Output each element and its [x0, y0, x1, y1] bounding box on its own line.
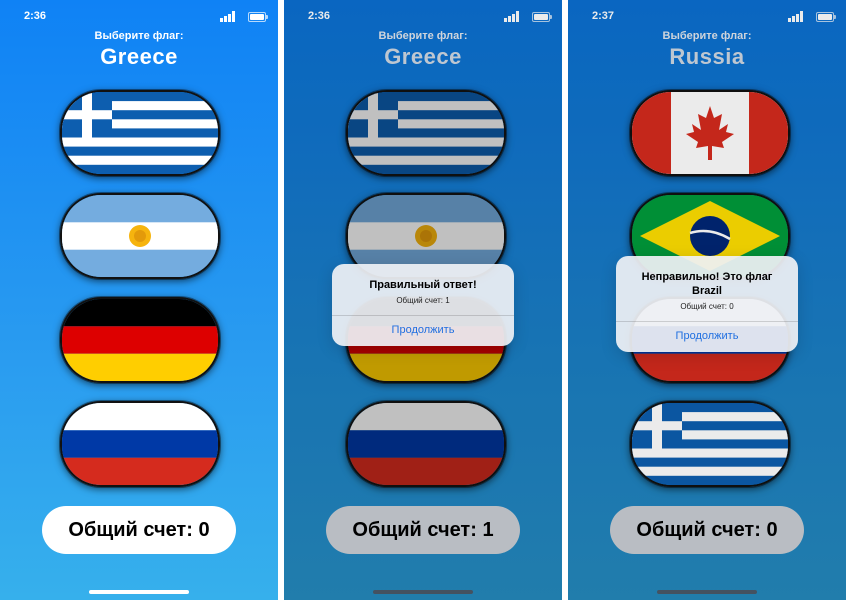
flag-button-greece[interactable]	[60, 90, 220, 176]
alert-title: Неправильно! Это флаг Brazil	[641, 271, 773, 297]
germany-flag-icon	[62, 299, 218, 381]
flag-button-argentina[interactable]	[60, 193, 220, 279]
cellular-signal-icon	[220, 11, 235, 22]
flag-button-germany[interactable]	[60, 297, 220, 383]
battery-icon	[248, 12, 268, 22]
score-display: Общий счет: 0	[42, 506, 236, 554]
status-time: 2:36	[24, 10, 47, 22]
alert-dialog: Неправильно! Это флаг Brazil Общий счет:…	[616, 256, 798, 352]
russia-flag-icon	[62, 403, 218, 485]
alert-message: Общий счет: 1	[396, 296, 450, 305]
continue-button[interactable]: Продолжить	[616, 321, 798, 352]
alert-dialog: Правильный ответ! Общий счет: 1 Продолжи…	[332, 264, 514, 346]
flag-button-russia[interactable]	[60, 401, 220, 487]
screen-1: 2:36 Выберите флаг: Greece Общий счет: 0	[0, 0, 278, 600]
screen-2: 2:36 Выберите флаг: Greece Общий счет: 1…	[284, 0, 562, 600]
prompt-label: Выберите флаг:	[94, 30, 184, 42]
alert-message: Общий счет: 0	[680, 302, 734, 311]
greece-flag-icon	[62, 92, 218, 174]
country-name: Greece	[100, 44, 178, 69]
argentina-flag-icon	[62, 195, 218, 277]
screen-3: 2:37 Выберите флаг: Russia Общий счет: 0…	[568, 0, 846, 600]
alert-title: Правильный ответ!	[369, 279, 477, 291]
status-bar: 2:36	[0, 8, 278, 24]
home-indicator[interactable]	[89, 590, 189, 594]
continue-button[interactable]: Продолжить	[332, 315, 514, 346]
